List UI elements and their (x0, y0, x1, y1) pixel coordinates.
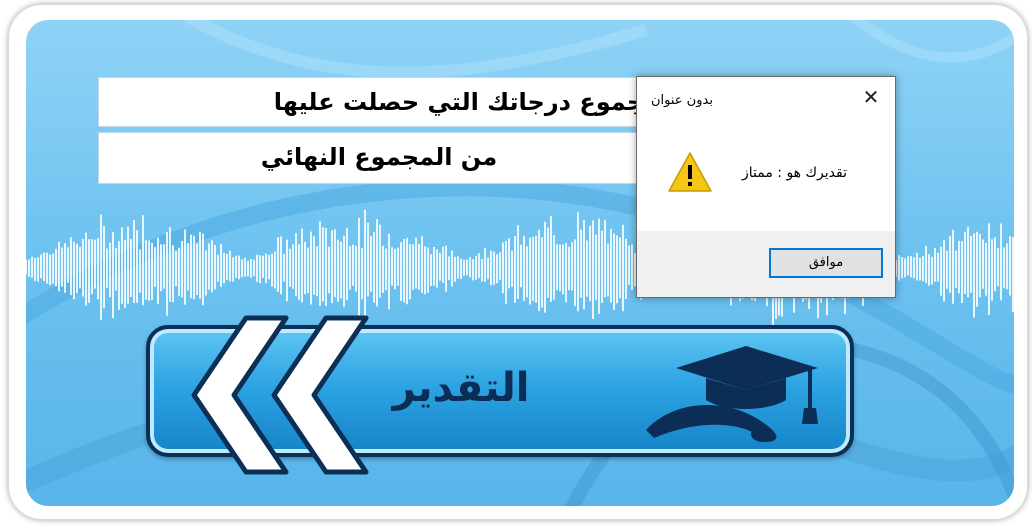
grade-button-label[interactable]: التقدير (356, 365, 566, 411)
graduation-cap-diploma-icon (646, 346, 818, 442)
score-label-line2: من المجموع النهائي (98, 132, 660, 184)
double-chevron-left-icon[interactable] (176, 310, 386, 480)
score-label-line2-text: من المجموع النهائي (260, 143, 498, 171)
score-label-line1-text: مجموع درجاتك التي حصلت عليها (273, 88, 659, 116)
close-icon[interactable]: ✕ (859, 85, 883, 109)
message-dialog: بدون عنوان ✕ تقديرك هو : ممتاز موافق (636, 76, 896, 298)
score-label-line1: مجموع درجاتك التي حصلت عليها (98, 77, 660, 127)
warning-icon (668, 152, 712, 192)
dialog-footer: موافق (637, 231, 895, 297)
dialog-title: بدون عنوان (651, 93, 713, 108)
ok-button[interactable]: موافق (769, 248, 883, 278)
dialog-message: تقديرك هو : ممتاز (741, 165, 847, 181)
